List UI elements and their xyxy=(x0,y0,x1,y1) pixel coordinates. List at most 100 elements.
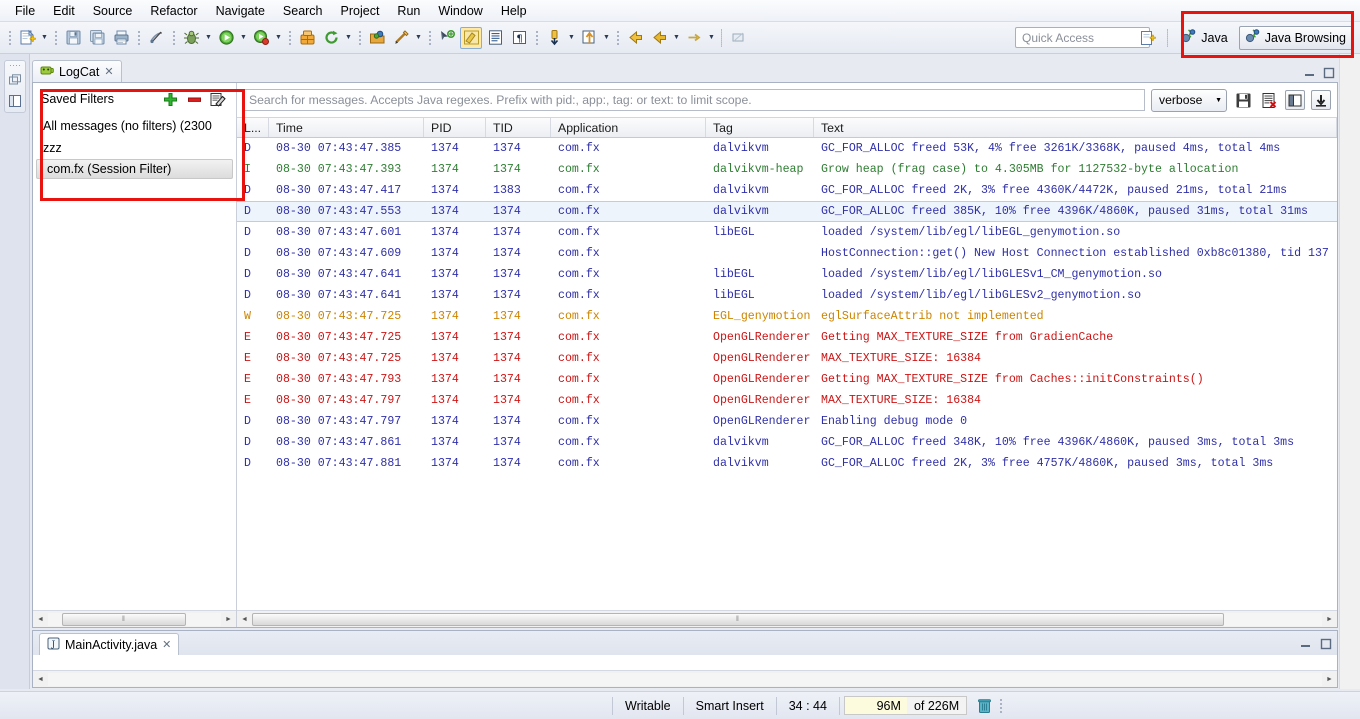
column-header-pid[interactable]: PID xyxy=(424,118,486,137)
close-icon[interactable]: ✕ xyxy=(104,65,113,78)
table-row[interactable]: E 08-30 07:43:47.725 1374 1374 com.fx OpenGLR… xyxy=(237,327,1337,348)
editor-scroll-track[interactable] xyxy=(48,672,1322,686)
column-header-time[interactable]: Time xyxy=(269,118,424,137)
run-coverage-dropdown-icon[interactable]: ▼ xyxy=(273,27,284,49)
table-row[interactable]: D 08-30 07:43:47.609 1374 1374 com.fx HostCon… xyxy=(237,243,1337,264)
toolbar-grip-8[interactable] xyxy=(533,28,540,48)
previous-annotation-dropdown-icon[interactable]: ▼ xyxy=(601,27,612,49)
perspective-java-browsing[interactable]: Java Browsing xyxy=(1238,26,1354,50)
save-icon[interactable] xyxy=(62,27,84,49)
new-wizard-icon[interactable] xyxy=(16,27,38,49)
table-row[interactable]: D 08-30 07:43:47.881 1374 1374 com.fx dalvikv… xyxy=(237,453,1337,474)
search-icon[interactable] xyxy=(436,27,458,49)
android-sdk-manager-icon[interactable] xyxy=(320,27,342,49)
open-type-icon[interactable] xyxy=(366,27,388,49)
last-edit-dropdown-icon[interactable]: ▼ xyxy=(706,27,717,49)
next-annotation-dropdown-icon[interactable]: ▼ xyxy=(566,27,577,49)
close-icon[interactable]: ✕ xyxy=(162,638,171,651)
menu-item-source[interactable]: Source xyxy=(84,2,142,20)
filter-item-zzz[interactable]: zzz xyxy=(33,137,236,159)
new-wizard-dropdown-icon[interactable]: ▼ xyxy=(39,27,50,49)
toolbar-grip[interactable] xyxy=(6,28,13,48)
debug-dropdown-icon[interactable]: ▼ xyxy=(203,27,214,49)
new-android-project-icon[interactable] xyxy=(296,27,318,49)
restore-view-icon[interactable] xyxy=(6,71,24,89)
table-row[interactable]: I 08-30 07:43:47.393 1374 1374 com.fx dalvikv… xyxy=(237,159,1337,180)
run-coverage-icon[interactable] xyxy=(250,27,272,49)
editor-horizontal-scrollbar[interactable]: ◄ ► xyxy=(33,670,1337,687)
table-row[interactable]: D 08-30 07:43:47.417 1374 1383 com.fx dalvikv… xyxy=(237,180,1337,201)
minimized-view-stack[interactable] xyxy=(4,60,26,113)
last-edit-location-icon[interactable] xyxy=(683,27,705,49)
toolbar-grip-7[interactable] xyxy=(426,28,433,48)
table-row[interactable]: D 08-30 07:43:47.641 1374 1374 com.fx libEGL l… xyxy=(237,285,1337,306)
next-annotation-icon[interactable] xyxy=(543,27,565,49)
clear-log-icon[interactable] xyxy=(1259,90,1279,110)
scroll-right-arrow-icon[interactable]: ► xyxy=(221,612,236,627)
forward-icon[interactable] xyxy=(648,27,670,49)
edit-filter-icon[interactable] xyxy=(208,89,228,109)
workbench-vertical-scrollbar[interactable] xyxy=(1339,54,1360,689)
filters-horizontal-scrollbar[interactable]: ◄ ‖ ► xyxy=(33,610,236,627)
display-view-icon[interactable] xyxy=(1285,90,1305,110)
column-header-tid[interactable]: TID xyxy=(486,118,551,137)
table-row[interactable]: D 08-30 07:43:47.601 1374 1374 com.fx libEGL l… xyxy=(237,222,1337,243)
log-scroll-track[interactable]: ‖ xyxy=(252,612,1322,626)
table-row[interactable]: D 08-30 07:43:47.553 1374 1374 com.fx dalvikv… xyxy=(237,201,1337,222)
run-dropdown-icon[interactable]: ▼ xyxy=(238,27,249,49)
forward-dropdown-icon[interactable]: ▼ xyxy=(671,27,682,49)
filter-item-session-filter[interactable]: com.fx (Session Filter) xyxy=(36,159,233,179)
menu-item-file[interactable]: File xyxy=(6,2,44,20)
column-header-text[interactable]: Text xyxy=(814,118,1337,137)
editor-body[interactable]: ◄ ► xyxy=(33,655,1337,687)
saved-filters-list[interactable]: All messages (no filters) (2300 zzz com.… xyxy=(33,115,236,610)
scroll-right-arrow-icon[interactable]: ► xyxy=(1322,672,1337,687)
table-row[interactable]: W 08-30 07:43:47.725 1374 1374 com.fx EGL_gen… xyxy=(237,306,1337,327)
chevron-down-icon[interactable]: ▼ xyxy=(1215,97,1222,104)
tab-mainactivity-java[interactable]: J MainActivity.java ✕ xyxy=(39,633,180,655)
menu-item-navigate[interactable]: Navigate xyxy=(207,2,274,20)
remove-filter-icon[interactable] xyxy=(184,89,204,109)
scroll-left-arrow-icon[interactable]: ◄ xyxy=(33,612,48,627)
debug-icon[interactable] xyxy=(180,27,202,49)
log-level-select[interactable]: verbose ▼ xyxy=(1151,88,1227,112)
pilcrow-icon[interactable]: ¶ xyxy=(508,27,530,49)
filters-scroll-track[interactable]: ‖ xyxy=(48,612,221,626)
pin-editor-icon[interactable] xyxy=(727,27,749,49)
filter-item-all-messages[interactable]: All messages (no filters) (2300 xyxy=(33,115,236,137)
log-scroll-thumb[interactable]: ‖ xyxy=(252,612,1224,626)
menu-item-refactor[interactable]: Refactor xyxy=(141,2,206,20)
package-explorer-icon[interactable] xyxy=(6,92,24,110)
column-header-tag[interactable]: Tag xyxy=(706,118,814,137)
table-row[interactable]: D 08-30 07:43:47.385 1374 1374 com.fx dalvikv… xyxy=(237,138,1337,159)
column-header-level[interactable]: L... xyxy=(237,118,269,137)
table-row[interactable]: D 08-30 07:43:47.641 1374 1374 com.fx libEGL l… xyxy=(237,264,1337,285)
toolbar-grip-2[interactable] xyxy=(52,28,59,48)
log-horizontal-scrollbar[interactable]: ◄ ‖ ► xyxy=(237,610,1337,627)
sdk-dropdown-icon[interactable]: ▼ xyxy=(343,27,354,49)
table-row[interactable]: E 08-30 07:43:47.725 1374 1374 com.fx OpenGLR… xyxy=(237,348,1337,369)
perspective-java[interactable]: Java xyxy=(1176,26,1234,50)
toolbar-grip-9[interactable] xyxy=(614,28,621,48)
package-dropdown-icon[interactable]: ▼ xyxy=(413,27,424,49)
add-filter-icon[interactable] xyxy=(160,89,180,109)
print-icon[interactable] xyxy=(110,27,132,49)
open-perspective-icon[interactable] xyxy=(1137,27,1159,49)
scroll-left-arrow-icon[interactable]: ◄ xyxy=(33,672,48,687)
toolbar-grip-4[interactable] xyxy=(170,28,177,48)
menu-item-project[interactable]: Project xyxy=(332,2,389,20)
minimize-icon[interactable] xyxy=(1303,66,1317,80)
minimize-icon[interactable] xyxy=(1299,637,1313,651)
previous-annotation-icon[interactable] xyxy=(578,27,600,49)
new-java-package-icon[interactable] xyxy=(390,27,412,49)
save-log-icon[interactable] xyxy=(1233,90,1253,110)
run-icon[interactable] xyxy=(215,27,237,49)
column-header-application[interactable]: Application xyxy=(551,118,706,137)
save-all-icon[interactable] xyxy=(86,27,108,49)
toolbar-grip-6[interactable] xyxy=(356,28,363,48)
menu-item-window[interactable]: Window xyxy=(429,2,491,20)
edit-highlight-icon[interactable] xyxy=(460,26,482,49)
menu-item-run[interactable]: Run xyxy=(388,2,429,20)
table-row[interactable]: D 08-30 07:43:47.797 1374 1374 com.fx OpenGLR… xyxy=(237,411,1337,432)
toggle-mark-occurrences-icon[interactable] xyxy=(145,27,167,49)
